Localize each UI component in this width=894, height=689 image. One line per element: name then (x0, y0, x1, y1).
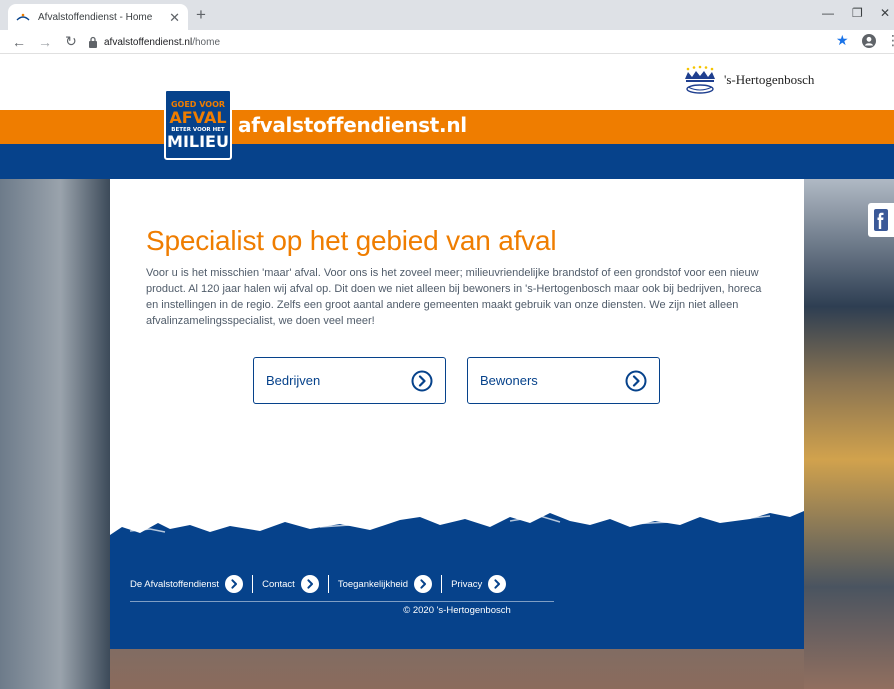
profile-icon[interactable] (862, 34, 876, 48)
page-title: Specialist op het gebied van afval (146, 225, 557, 256)
bewoners-label: Bewoners (480, 373, 538, 388)
bewoners-button[interactable]: Bewoners (467, 357, 660, 404)
chevron-right-circle-icon (225, 575, 244, 593)
close-window-icon[interactable]: ✕ (880, 6, 890, 20)
address-bar: ← → ↻ afvalstoffendienst.nl/home ★ ⋮ (0, 30, 894, 54)
footer-link-toegankelijkheid[interactable]: Toegankelijkheid (337, 575, 433, 593)
footer-link-privacy[interactable]: Privacy (451, 575, 507, 593)
browser-tab-strip: Afvalstoffendienst - Home ✕ + — ❐ ✕ (0, 0, 894, 30)
gemeente-logo[interactable]: 's-Hertogenbosch (680, 65, 814, 95)
gemeente-name: 's-Hertogenbosch (724, 72, 815, 87)
facebook-button[interactable] (868, 203, 894, 237)
facebook-icon (874, 209, 888, 231)
tab-title: Afvalstoffendienst - Home (38, 11, 153, 23)
site-logo[interactable]: GOED VOOR AFVAL BETER VOOR HET MILIEU (164, 89, 232, 160)
page: 's-Hertogenbosch GOED VOOR AFVAL BETER V… (0, 55, 894, 689)
chevron-right-circle-icon (411, 370, 433, 391)
intro-text: Voor u is het misschien 'maar' afval. Vo… (146, 267, 762, 327)
chevron-right-circle-icon (625, 370, 647, 391)
chevron-right-circle-icon (414, 575, 433, 593)
url-host: afvalstoffendienst.nl (104, 36, 193, 48)
footer-separator (441, 575, 443, 593)
footer-separator (252, 575, 254, 593)
navy-band (0, 144, 894, 179)
footer-link-contact[interactable]: Contact (262, 575, 319, 593)
footer-link-label: Privacy (451, 578, 483, 590)
lock-icon (89, 36, 97, 48)
url-field[interactable]: afvalstoffendienst.nl/home (88, 33, 828, 51)
reload-icon[interactable]: ↻ (64, 33, 78, 50)
copyright: © 2020 's-Hertogenbosch (403, 605, 511, 616)
forward-icon[interactable]: → (38, 34, 52, 50)
chevron-right-circle-icon (488, 575, 507, 593)
plus-icon[interactable]: + (196, 5, 206, 25)
restore-icon[interactable]: ❐ (852, 6, 863, 20)
chevron-right-circle-icon (300, 575, 319, 593)
site-name[interactable]: afvalstoffendienst.nl (238, 113, 467, 137)
close-icon[interactable]: ✕ (169, 11, 180, 24)
minimize-icon[interactable]: — (822, 6, 834, 20)
footer-link-label: Contact (262, 578, 295, 590)
crown-icon (685, 65, 715, 94)
background-photo-right (804, 179, 894, 689)
star-icon[interactable]: ★ (836, 32, 849, 49)
url-path: /home (192, 36, 221, 48)
bedrijven-button[interactable]: Bedrijven (253, 357, 446, 404)
footer-link-afvalstoffendienst[interactable]: De Afvalstoffendienst (130, 575, 244, 593)
back-icon[interactable]: ← (12, 34, 26, 50)
brand-bar: 's-Hertogenbosch (0, 55, 894, 110)
favicon-icon (16, 10, 30, 24)
browser-tab[interactable]: Afvalstoffendienst - Home ✕ (8, 4, 188, 30)
menu-icon[interactable]: ⋮ (886, 32, 894, 49)
background-photo-left (0, 179, 110, 689)
bedrijven-label: Bedrijven (266, 373, 321, 388)
footer-separator (327, 575, 329, 593)
logo-line-2: AFVAL (169, 107, 227, 127)
logo-line-4: MILIEU (167, 131, 229, 151)
footer-link-label: Toegankelijkheid (337, 578, 409, 590)
footer-link-label: De Afvalstoffendienst (130, 578, 220, 590)
footer-nav: De Afvalstoffendienst Contact Toegankeli… (130, 573, 554, 602)
